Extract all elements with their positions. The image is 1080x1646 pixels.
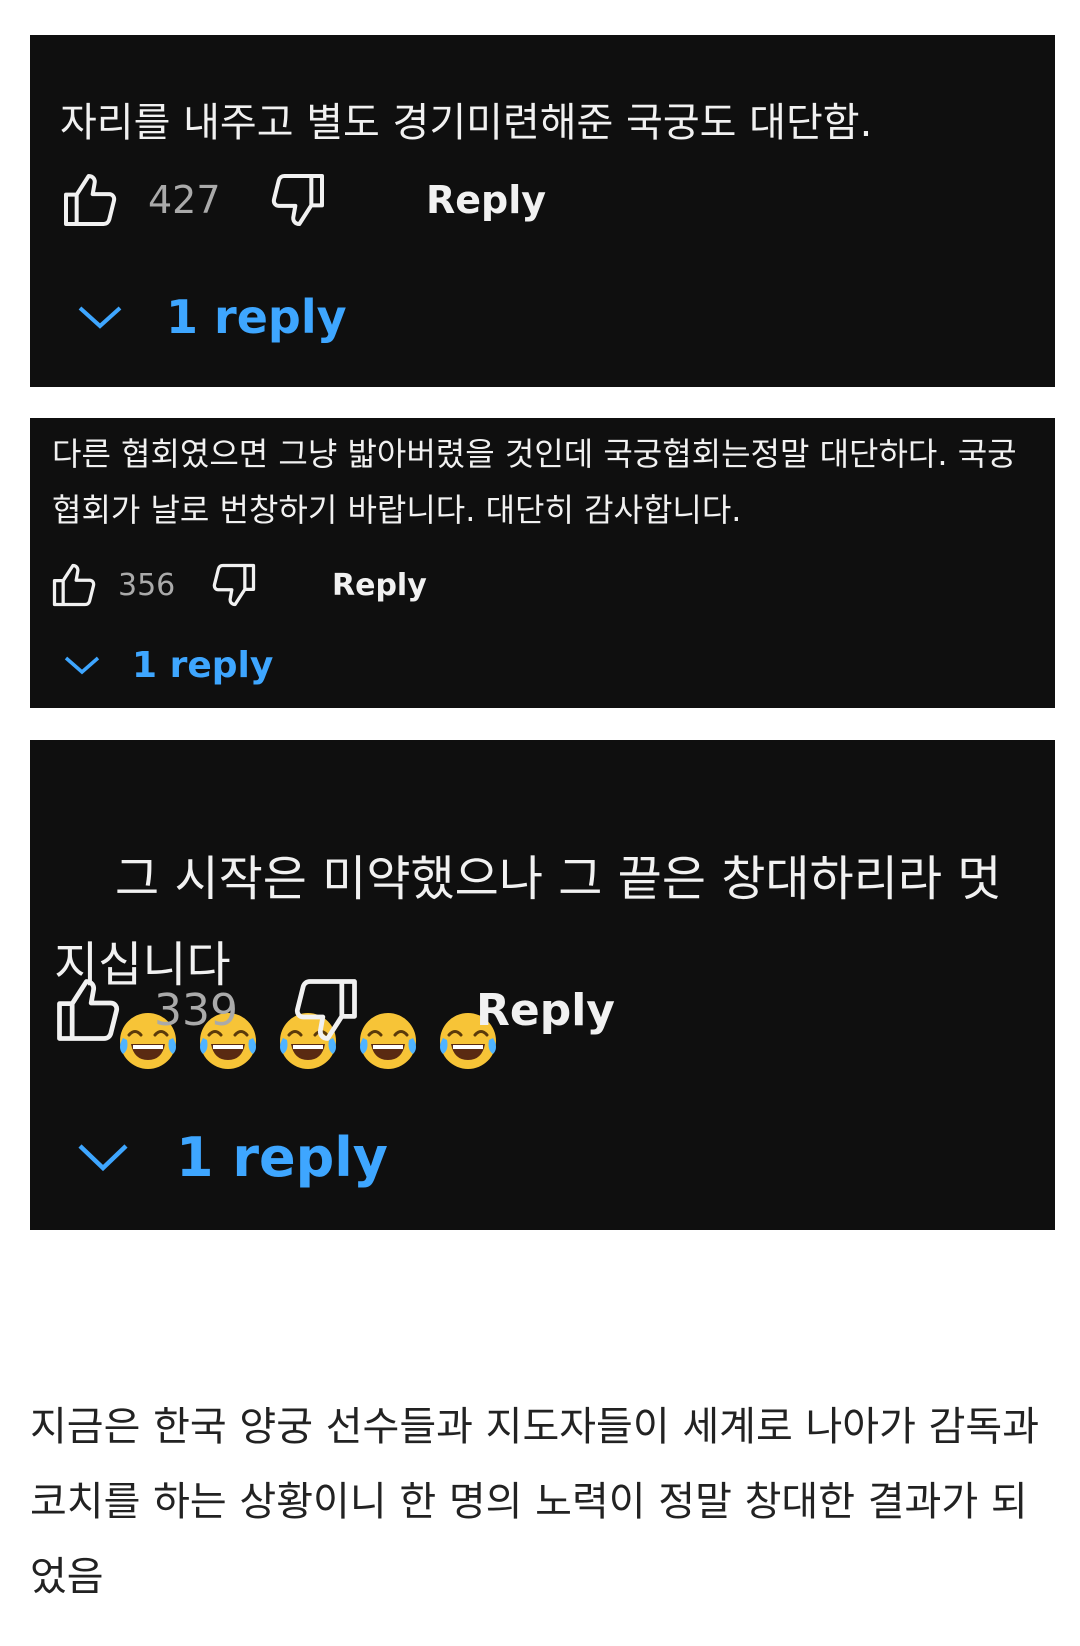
thumbs-up-icon[interactable] <box>58 168 122 232</box>
like-count: 356 <box>118 567 176 603</box>
replies-count: 1 reply <box>176 1125 388 1189</box>
view-replies-button[interactable]: 1 reply <box>76 287 347 347</box>
thumbs-down-icon[interactable] <box>208 559 260 611</box>
thumbs-up-icon[interactable] <box>50 972 126 1048</box>
comment-actions: 427 Reply <box>58 170 546 230</box>
chevron-down-icon <box>62 653 102 677</box>
chevron-down-icon <box>76 302 124 332</box>
article-paragraph: 지금은 한국 양궁 선수들과 지도자들이 세계로 나아가 감독과 코치를 하는 … <box>30 1404 1040 1600</box>
reply-button[interactable]: Reply <box>426 178 546 222</box>
thumbs-down-icon[interactable] <box>288 972 364 1048</box>
reply-button[interactable]: Reply <box>332 568 427 603</box>
replies-count: 1 reply <box>166 290 347 344</box>
view-replies-button[interactable]: 1 reply <box>76 1122 388 1192</box>
comment-text: 자리를 내주고 별도 경기미련해준 국궁도 대단함. <box>60 100 873 146</box>
reply-button[interactable]: Reply <box>476 985 615 1036</box>
comment-card: 그 시작은 미약했으나 그 끝은 창대하리라 멋지십니다 339 Reply 1… <box>30 740 1055 1230</box>
view-replies-button[interactable]: 1 reply <box>62 640 273 690</box>
chevron-down-icon <box>76 1140 130 1174</box>
comment-actions: 356 Reply <box>48 558 427 612</box>
comment-card: 다른 협회였으면 그냥 밟아버렸을 것인데 국궁협회는정말 대단하다. 국궁협회… <box>30 418 1055 708</box>
comment-text: 다른 협회였으면 그냥 밟아버렸을 것인데 국궁협회는정말 대단하다. 국궁협회… <box>52 435 1017 529</box>
thumbs-up-icon[interactable] <box>48 559 100 611</box>
comment-actions: 339 Reply <box>50 970 615 1050</box>
comment-card: 자리를 내주고 별도 경기미련해준 국궁도 대단함. 427 Reply 1 r… <box>30 35 1055 387</box>
thumbs-down-icon[interactable] <box>266 168 330 232</box>
like-count: 339 <box>154 984 238 1036</box>
replies-count: 1 reply <box>132 644 274 686</box>
like-count: 427 <box>148 178 221 222</box>
